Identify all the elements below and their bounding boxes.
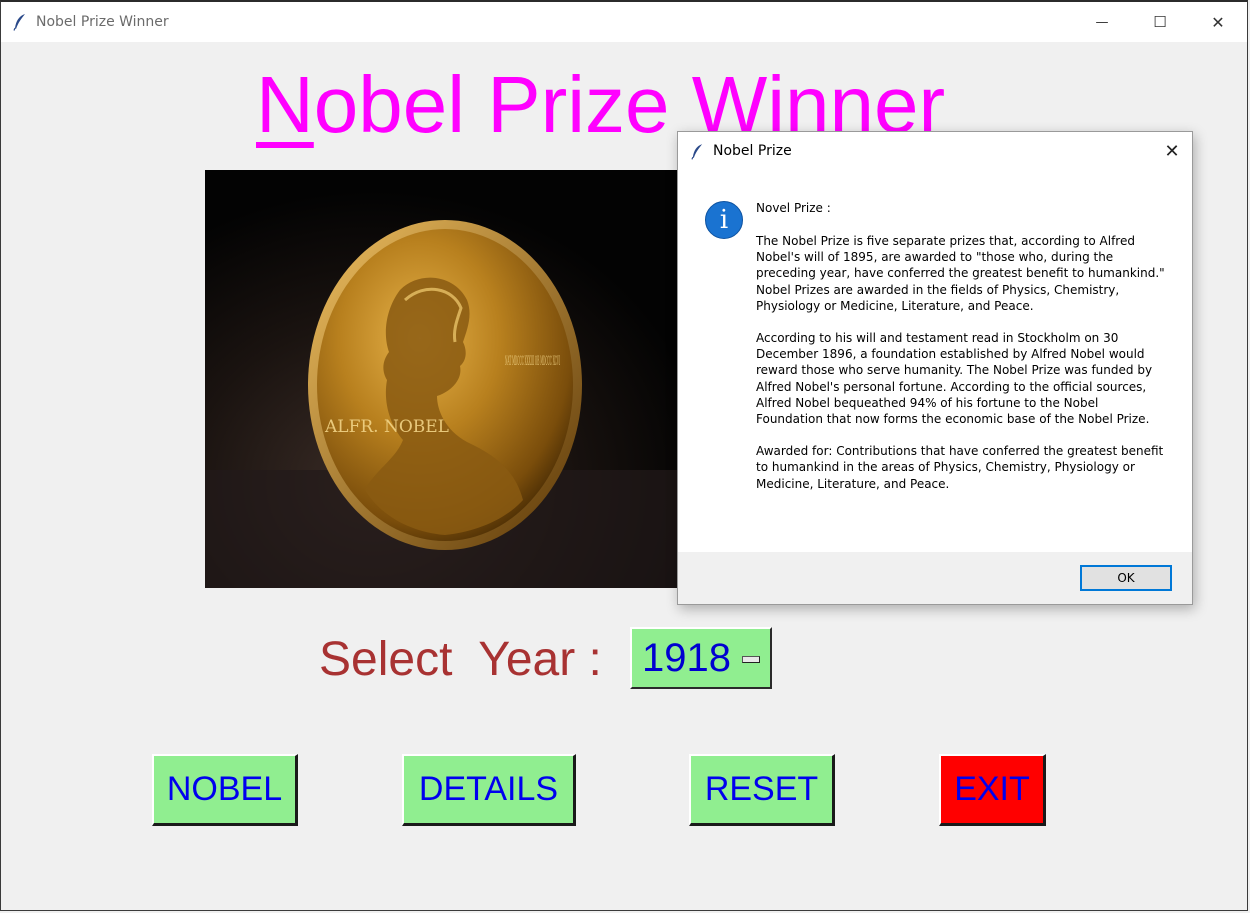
maximize-button[interactable]: ☐ [1131,2,1189,42]
dialog-paragraph: Awarded for: Contributions that have con… [756,444,1164,491]
medal-inscription-left: ALFR. NOBEL [324,417,449,437]
dialog-title: Nobel Prize [713,143,792,159]
select-year-label: Select Year : [319,633,602,686]
reset-button[interactable]: RESET [689,754,835,826]
dialog-paragraph: The Nobel Prize is five separate prizes … [756,234,1165,313]
minimize-icon: — [1095,14,1109,30]
dialog-paragraph: According to his will and testament read… [756,331,1153,427]
window-title: Nobel Prize Winner [36,14,169,30]
year-select[interactable]: 1918 [630,627,772,689]
window-titlebar[interactable]: Nobel Prize Winner — ☐ ✕ [1,2,1247,42]
option-menu-indicator-icon [742,656,760,663]
nobel-medal-illustration: ALFR. NOBEL NAT MDCCC XXXIII OB MDCCC XC… [205,170,685,588]
feather-icon [691,143,703,160]
close-icon: ✕ [1211,12,1225,32]
details-button[interactable]: DETAILS [402,754,576,826]
minimize-button[interactable]: — [1073,2,1131,42]
info-icon: i [705,201,743,239]
dialog-titlebar[interactable]: Nobel Prize [678,132,1192,170]
exit-button[interactable]: EXIT [939,754,1046,826]
close-icon: ✕ [1164,140,1180,162]
feather-icon [13,14,25,31]
dialog-close-button[interactable]: ✕ [1158,138,1186,164]
maximize-icon: ☐ [1153,13,1167,31]
ok-button[interactable]: OK [1080,565,1172,591]
dialog-footer: OK [678,552,1192,604]
page-title-underlined-letter: N [256,60,314,149]
dialog-heading: Novel Prize : [756,201,831,215]
nobel-button[interactable]: NOBEL [152,754,298,826]
medal-inscription-right: NAT MDCCC XXXIII OB MDCCC XCVI [505,354,560,369]
nobel-medal-image: ALFR. NOBEL NAT MDCCC XXXIII OB MDCCC XC… [205,170,685,588]
close-button[interactable]: ✕ [1189,2,1247,42]
info-dialog: Nobel Prize ✕ i Novel Prize : The Nobel … [677,131,1193,605]
year-select-value: 1918 [642,635,731,680]
dialog-message: The Nobel Prize is five separate prizes … [756,233,1166,508]
